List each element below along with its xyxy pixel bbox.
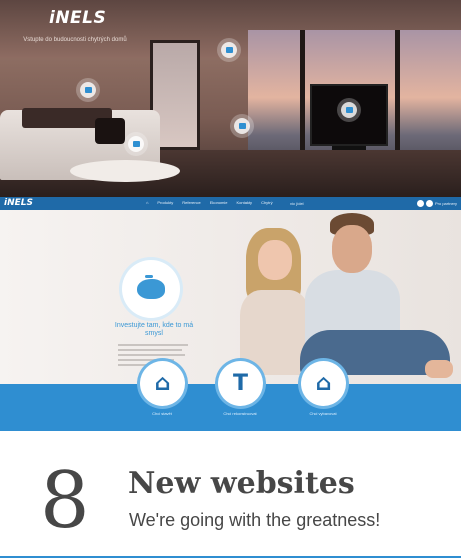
hero-logo[interactable]: iNELS — [49, 8, 106, 28]
nav-link[interactable]: Kontakty — [236, 200, 252, 205]
smart-home-hero: iNELS Vstupte do budoucnosti chytrých do… — [0, 0, 461, 197]
woman-face — [258, 240, 292, 280]
speaker-icon[interactable] — [128, 136, 144, 152]
tool-icon: T — [232, 370, 248, 396]
user-icon[interactable] — [416, 200, 424, 207]
nav-extra-link[interactable]: víc jídel — [290, 201, 304, 206]
nav-account: Pro partnery — [416, 200, 457, 207]
nav-logo[interactable]: iNELS — [4, 198, 33, 208]
feet — [425, 360, 453, 378]
nav-links: ⌂ Produkty Reference Ekonomie Kontakty C… — [146, 200, 273, 205]
cushion — [95, 118, 125, 144]
remote-icon[interactable] — [234, 118, 250, 134]
cart-icon[interactable] — [425, 200, 433, 207]
service-label[interactable]: Chci rekonstruovat — [205, 411, 275, 416]
service-build-button[interactable]: ⌂ — [140, 361, 185, 406]
monitor-icon[interactable] — [221, 42, 237, 58]
house-icon: ⌂ — [315, 370, 332, 396]
invest-heading: Investujte tam, kde to má smysl — [114, 322, 194, 337]
home-icon[interactable]: ⌂ — [146, 200, 148, 205]
coffee-table — [70, 160, 180, 182]
piggy-bank-badge — [122, 260, 180, 318]
service-renovate-button[interactable]: T — [218, 361, 263, 406]
service-equip-button[interactable]: ⌂ — [301, 361, 346, 406]
top-navbar: iNELS ⌂ Produkty Reference Ekonomie Kont… — [0, 197, 461, 210]
item-subtitle: We're going with the greatness! — [129, 510, 381, 530]
light-icon[interactable] — [80, 82, 96, 98]
piggy-bank-icon — [137, 275, 165, 299]
item-title: New websites — [128, 466, 355, 501]
man-face — [332, 225, 372, 273]
nav-link[interactable]: Reference — [182, 200, 200, 205]
service-label[interactable]: Chci vybavovat — [288, 411, 358, 416]
nav-link[interactable]: Chytrý — [261, 200, 273, 205]
item-number: 8 — [40, 456, 90, 546]
tv-stand — [332, 146, 366, 150]
tv-icon[interactable] — [341, 102, 357, 118]
nav-link[interactable]: Ekonomie — [210, 200, 228, 205]
house-icon: ⌂ — [154, 370, 171, 396]
service-label[interactable]: Chci stavět — [127, 411, 197, 416]
nav-link[interactable]: Produkty — [157, 200, 173, 205]
account-link[interactable]: Pro partnery — [435, 201, 457, 206]
hero-tagline: Vstupte do budoucnosti chytrých domů — [23, 37, 127, 43]
